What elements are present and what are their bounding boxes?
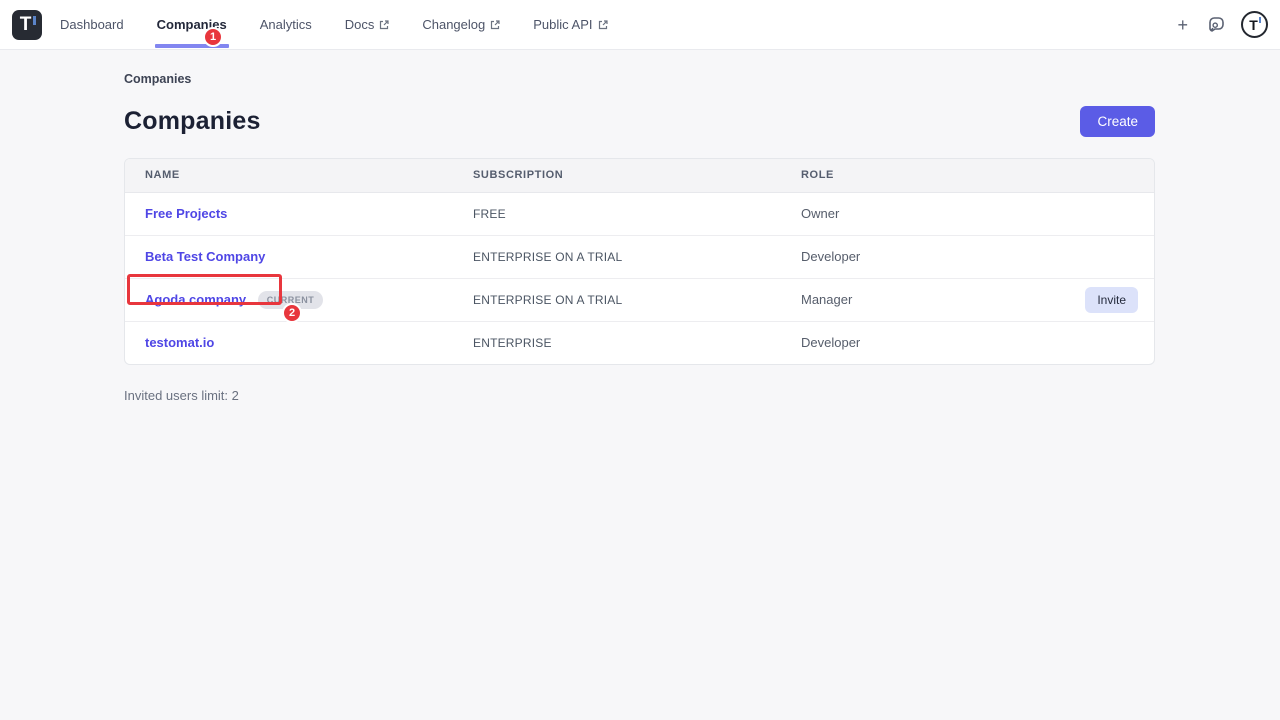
- external-link-icon: [598, 20, 608, 30]
- external-link-icon: [490, 20, 500, 30]
- nav-label: Changelog: [422, 17, 485, 32]
- company-link[interactable]: testomat.io: [145, 335, 214, 350]
- main-content: Companies Companies Create NAME SUBSCRIP…: [0, 50, 1280, 403]
- nav-item-analytics[interactable]: Analytics: [260, 0, 312, 50]
- column-header-actions: [1074, 159, 1154, 192]
- create-button[interactable]: Create: [1080, 106, 1155, 137]
- role-value: Owner: [801, 206, 839, 221]
- table-header: NAME SUBSCRIPTION ROLE: [125, 159, 1154, 192]
- annotation-step-2-badge: 2: [282, 303, 302, 323]
- title-row: Companies Create: [124, 106, 1155, 137]
- top-navigation: T Dashboard Companies Analytics Docs Cha…: [0, 0, 1280, 50]
- logo-letter: T: [20, 15, 32, 34]
- user-avatar[interactable]: T: [1241, 11, 1268, 38]
- avatar-letter: T: [1249, 18, 1258, 32]
- annotation-step-1-badge: 1: [203, 27, 223, 47]
- nav-item-public-api[interactable]: Public API: [533, 0, 607, 50]
- main-nav: Dashboard Companies Analytics Docs Chang…: [60, 0, 641, 50]
- avatar-tick-mark: [1259, 17, 1261, 23]
- app-logo[interactable]: T: [12, 10, 42, 40]
- nav-item-docs[interactable]: Docs: [345, 0, 390, 50]
- subscription-value: ENTERPRISE ON A TRIAL: [473, 293, 622, 307]
- company-link[interactable]: Agoda company: [145, 292, 246, 307]
- table-row-current-company: Agoda company CURRENT ENTERPRISE ON A TR…: [125, 278, 1154, 321]
- nav-item-dashboard[interactable]: Dashboard: [60, 0, 124, 50]
- table-row: Free Projects FREE Owner: [125, 192, 1154, 235]
- invite-button[interactable]: Invite: [1085, 287, 1138, 313]
- column-header-role: ROLE: [801, 159, 1074, 192]
- nav-label: Public API: [533, 17, 592, 32]
- nav-item-changelog[interactable]: Changelog: [422, 0, 500, 50]
- companies-table: NAME SUBSCRIPTION ROLE Free Projects FRE…: [125, 159, 1154, 364]
- role-value: Manager: [801, 292, 852, 307]
- subscription-value: ENTERPRISE ON A TRIAL: [473, 250, 622, 264]
- company-link[interactable]: Free Projects: [145, 206, 227, 221]
- search-icon[interactable]: [1208, 16, 1225, 33]
- column-header-subscription: SUBSCRIPTION: [473, 159, 801, 192]
- companies-table-card: NAME SUBSCRIPTION ROLE Free Projects FRE…: [124, 158, 1155, 365]
- external-link-icon: [379, 20, 389, 30]
- column-header-name: NAME: [125, 159, 473, 192]
- page-title: Companies: [124, 107, 261, 136]
- nav-label: Analytics: [260, 17, 312, 32]
- nav-label: Dashboard: [60, 17, 124, 32]
- subscription-value: FREE: [473, 207, 506, 221]
- nav-right-actions: + T: [1173, 11, 1268, 38]
- subscription-value: ENTERPRISE: [473, 336, 552, 350]
- table-row: testomat.io ENTERPRISE Developer: [125, 321, 1154, 364]
- breadcrumb[interactable]: Companies: [124, 72, 191, 86]
- table-row: Beta Test Company ENTERPRISE ON A TRIAL …: [125, 235, 1154, 278]
- add-icon[interactable]: +: [1173, 14, 1192, 36]
- role-value: Developer: [801, 249, 860, 264]
- company-link[interactable]: Beta Test Company: [145, 249, 265, 264]
- invited-users-limit-note: Invited users limit: 2: [124, 388, 1155, 403]
- logo-tick-mark: [33, 16, 36, 25]
- nav-label: Docs: [345, 17, 375, 32]
- role-value: Developer: [801, 335, 860, 350]
